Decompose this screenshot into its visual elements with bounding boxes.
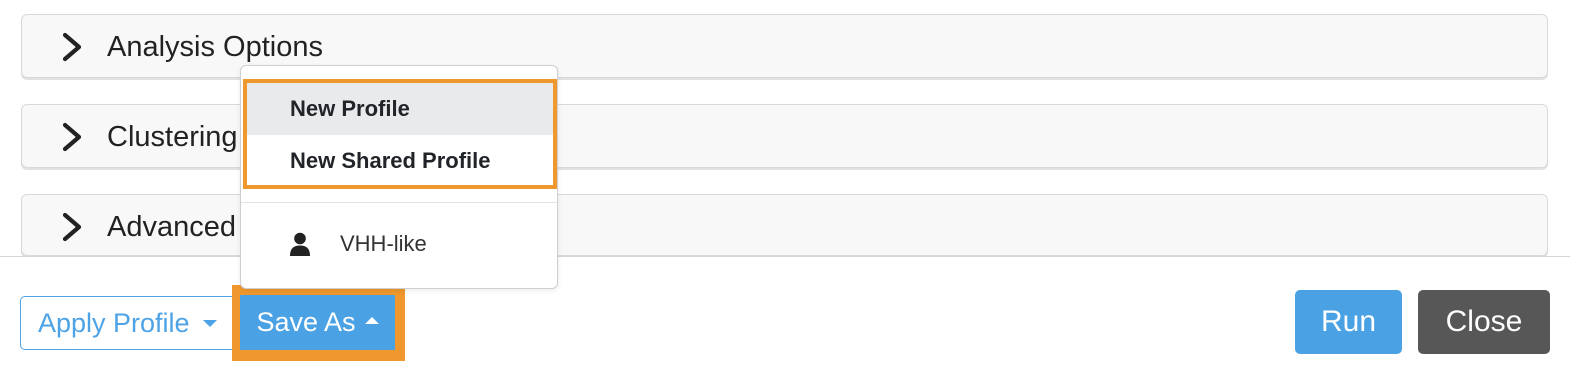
accordion-area: Analysis Options Clustering Advanced <box>0 0 1570 256</box>
save-as-label: Save As <box>256 307 356 337</box>
close-button[interactable]: Close <box>1418 290 1550 354</box>
caret-down-icon <box>202 319 217 327</box>
menu-items-highlight <box>243 79 557 189</box>
panel-title: Analysis Options <box>107 31 323 63</box>
user-icon <box>289 232 311 256</box>
chevron-right-icon <box>60 212 86 242</box>
chevron-right-icon <box>60 32 86 62</box>
apply-profile-label: Apply Profile <box>38 307 190 338</box>
profile-label: VHH-like <box>340 231 427 256</box>
menu-divider <box>241 202 557 203</box>
caret-up-icon <box>364 317 379 324</box>
save-as-dropdown-menu: New Profile New Shared Profile VHH-like <box>240 65 558 289</box>
modal-footer: Apply Profile Save As Run Close <box>0 256 1570 374</box>
panel-title: Clustering <box>107 121 238 153</box>
save-as-button[interactable]: Save As <box>240 295 395 350</box>
run-button[interactable]: Run <box>1295 290 1402 354</box>
menu-item-profile[interactable]: VHH-like <box>241 216 557 272</box>
panel-title: Advanced <box>107 211 236 243</box>
chevron-right-icon <box>60 122 86 152</box>
apply-profile-button[interactable]: Apply Profile <box>20 296 242 350</box>
